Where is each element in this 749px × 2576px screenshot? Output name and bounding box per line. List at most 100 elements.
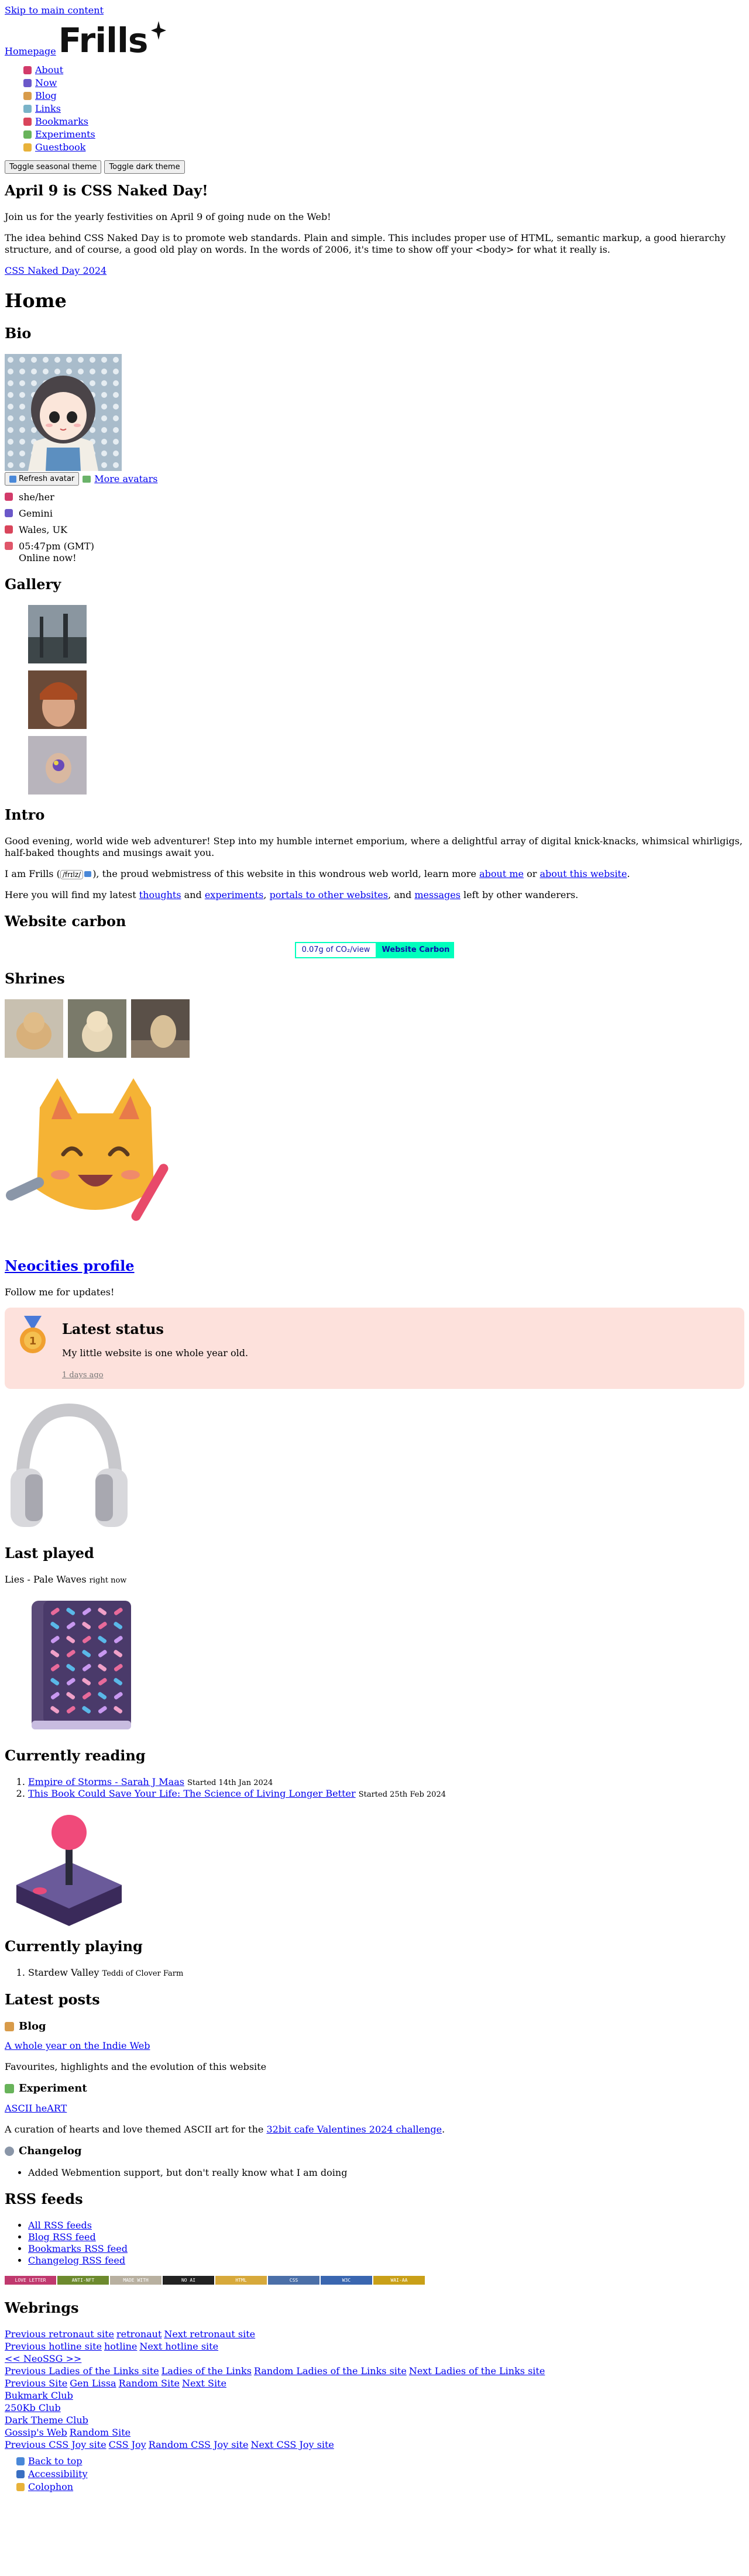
about-site-link[interactable]: about this website (540, 868, 627, 879)
rss-link[interactable]: Changelog RSS feed (28, 2255, 125, 2266)
webring-link[interactable]: Gossip's Web (5, 2427, 67, 2438)
intro-text: . (627, 868, 630, 879)
rss-link[interactable]: All RSS feeds (28, 2220, 92, 2231)
shrine-dog-photo[interactable] (131, 999, 190, 1058)
naked-day-banner: April 9 is CSS Naked Day! Join us for th… (5, 182, 744, 277)
webring-link[interactable]: Previous Ladies of the Links site (5, 2365, 159, 2376)
webring-link[interactable]: Random Ladies of the Links site (254, 2365, 407, 2376)
shrine-dog-photo[interactable] (5, 999, 63, 1058)
intro-text: I am Frills ( (5, 868, 60, 879)
webring-link[interactable]: Previous Site (5, 2378, 67, 2389)
webring-row: 250Kb Club (5, 2402, 744, 2414)
webring-link[interactable]: Previous retronaut site (5, 2329, 114, 2340)
skip-link[interactable]: Skip to main content (5, 5, 104, 16)
naked-day-link[interactable]: CSS Naked Day 2024 (5, 265, 106, 276)
web-badge[interactable]: HTML (215, 2276, 267, 2285)
accessibility-icon (16, 2470, 25, 2478)
neocities-profile-link[interactable]: Neocities profile (5, 1257, 135, 1274)
nav-link[interactable]: About (35, 64, 63, 76)
nav-link[interactable]: Bookmarks (35, 116, 88, 128)
book-link[interactable]: Empire of Storms - Sarah J Maas (28, 1776, 184, 1787)
dark-theme-button[interactable]: Toggle dark theme (104, 160, 185, 174)
nav-link[interactable]: Experiments (35, 129, 95, 140)
webring-link[interactable]: retronaut (116, 2329, 162, 2340)
webring-link[interactable]: hotline (104, 2341, 137, 2352)
more-avatars-link[interactable]: More avatars (94, 473, 157, 485)
nav-link[interactable]: Guestbook (35, 142, 85, 153)
webring-link[interactable]: Next Ladies of the Links site (409, 2365, 545, 2376)
thoughts-link[interactable]: thoughts (139, 889, 181, 900)
naked-day-description: The idea behind CSS Naked Day is to prom… (5, 232, 726, 255)
carbon-badge[interactable]: 0.07g of CO₂/view Website Carbon (5, 942, 744, 959)
nav-item: Experiments (23, 129, 744, 140)
intro-greeting: Good evening, world wide web adventurer!… (5, 835, 743, 858)
gallery-photo[interactable] (28, 736, 87, 795)
webring-link[interactable]: Previous CSS Joy site (5, 2439, 106, 2450)
nav-link[interactable]: Blog (35, 90, 57, 102)
webring-link[interactable]: 250Kb Club (5, 2402, 61, 2413)
rss-link[interactable]: Bookmarks RSS feed (28, 2243, 128, 2254)
web-badge[interactable]: WAI-AA (373, 2276, 425, 2285)
footer-link[interactable]: Accessibility (28, 2468, 88, 2480)
blog-post-link[interactable]: A whole year on the Indie Web (5, 2040, 150, 2051)
game-name: Stardew Valley (28, 1967, 99, 1979)
webring-link[interactable]: << NeoSSG >> (5, 2353, 81, 2364)
webring-link[interactable]: Random CSS Joy site (149, 2439, 249, 2450)
pronunciation-badge[interactable]: /frɪlz/ (60, 870, 84, 879)
webring-link[interactable]: Gen Lissa (70, 2378, 116, 2389)
webring-link[interactable]: Random Site (70, 2427, 130, 2438)
gallery-photo[interactable] (28, 670, 87, 729)
web-badge[interactable]: NO AI (163, 2276, 214, 2285)
footer-link[interactable]: Colophon (28, 2481, 73, 2493)
footer-link[interactable]: Back to top (28, 2455, 83, 2467)
web-badge[interactable]: LOVE LETTER (5, 2276, 56, 2285)
nav-item: Bookmarks (23, 116, 744, 128)
alarm-icon (5, 542, 13, 550)
naked-day-intro: Join us for the yearly festivities on Ap… (5, 211, 331, 222)
nav-link[interactable]: Links (35, 103, 61, 115)
web-badge[interactable]: W3C (321, 2276, 372, 2285)
webring-link[interactable]: Ladies of the Links (162, 2365, 252, 2376)
nav-link[interactable]: Now (35, 77, 57, 89)
web-badge[interactable]: MADE WITH (110, 2276, 162, 2285)
portals-link[interactable]: portals to other websites (270, 889, 388, 900)
status-time[interactable]: 1 days ago (62, 1371, 104, 1380)
web-badge[interactable]: ANTI-NFT (57, 2276, 109, 2285)
valentines-challenge-link[interactable]: 32bit cafe Valentines 2024 challenge (266, 2124, 442, 2135)
gallery-photo[interactable] (28, 605, 87, 663)
book-link[interactable]: This Book Could Save Your Life: The Scie… (28, 1788, 356, 1799)
book-started: Started 14th Jan 2024 (187, 1778, 273, 1787)
rss-link[interactable]: Blog RSS feed (28, 2231, 96, 2243)
webring-link[interactable]: Bukmark Club (5, 2390, 73, 2401)
homepage-link[interactable]: Homepage (5, 46, 56, 57)
intro-text: left by other wanderers. (460, 889, 579, 900)
webring-link[interactable]: Next CSS Joy site (250, 2439, 334, 2450)
avatar-illustration (5, 354, 122, 471)
nav-item: Now (23, 77, 744, 89)
messages-link[interactable]: messages (414, 889, 461, 900)
webring-link[interactable]: Next hotline site (139, 2341, 218, 2352)
web-badge[interactable]: CSS (268, 2276, 319, 2285)
webring-link[interactable]: Next retronaut site (164, 2329, 255, 2340)
webring-link[interactable]: Random Site (119, 2378, 180, 2389)
experiment-link[interactable]: ASCII heART (5, 2103, 67, 2114)
webring-row: Dark Theme Club (5, 2415, 744, 2426)
main-nav: About Now Blog Links Bookmarks Experiments Gue… (5, 64, 744, 153)
about-me-link[interactable]: about me (479, 868, 524, 879)
bio-value: Wales, UK (19, 524, 67, 535)
shrine-dog-photo[interactable] (68, 999, 127, 1058)
magnifier-icon (5, 2146, 14, 2156)
nav-item: About (23, 64, 744, 76)
latest-posts-title: Latest posts (5, 1990, 100, 2008)
experiments-link[interactable]: experiments (205, 889, 264, 900)
refresh-avatar-button[interactable]: Refresh avatar (5, 472, 80, 486)
speaker-icon[interactable] (84, 871, 92, 877)
seasonal-theme-button[interactable]: Toggle seasonal theme (5, 160, 102, 174)
bookmark-icon (23, 118, 32, 126)
webring-link[interactable]: CSS Joy (109, 2439, 146, 2450)
webring-link[interactable]: Previous hotline site (5, 2341, 102, 2352)
track-when: right now (89, 1576, 127, 1585)
webring-link[interactable]: Next Site (182, 2378, 226, 2389)
webring-link[interactable]: Dark Theme Club (5, 2415, 88, 2426)
refresh-avatar-label: Refresh avatar (19, 474, 75, 483)
